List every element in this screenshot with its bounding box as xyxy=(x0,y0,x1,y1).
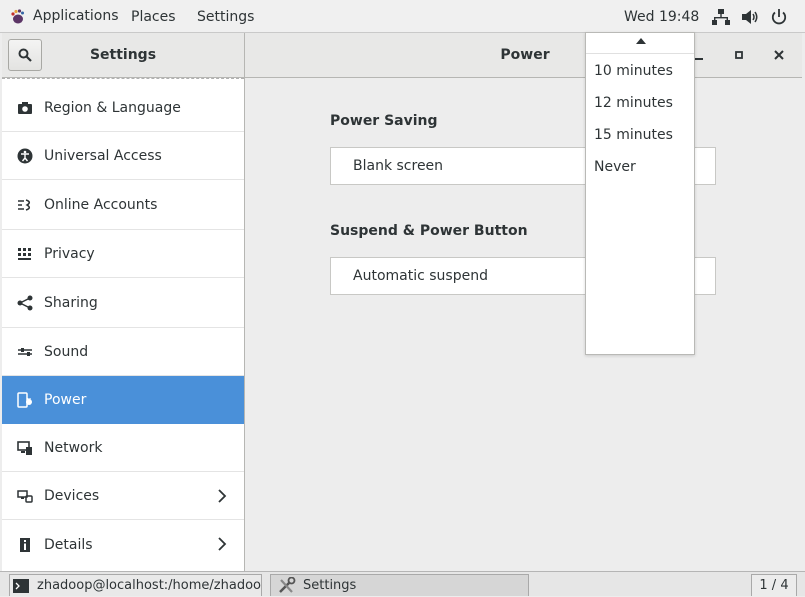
close-icon xyxy=(774,50,784,60)
search-icon xyxy=(18,48,32,62)
taskbar-terminal-label: zhadoop@localhost:/home/zhadoop xyxy=(37,578,262,593)
sidebar-item-region-language[interactable]: Region & Language xyxy=(2,84,244,132)
sidebar-item-devices[interactable]: Devices xyxy=(2,472,244,520)
sidebar-item-label: Devices xyxy=(44,487,100,504)
chevron-right-icon xyxy=(218,537,227,551)
sidebar-item-label: Privacy xyxy=(44,245,95,262)
power-plug-icon xyxy=(17,391,33,408)
sidebar-title: Settings xyxy=(89,47,157,63)
scroll-up-arrow[interactable] xyxy=(586,33,694,54)
sidebar-item-privacy[interactable]: Privacy xyxy=(2,230,244,278)
top-bar: Applications Places Settings Wed 19:48 xyxy=(0,0,805,33)
dropdown-option[interactable]: 15 minutes xyxy=(594,119,673,151)
sidebar-item-universal-access[interactable]: Universal Access xyxy=(2,132,244,180)
sidebar-item-label: Online Accounts xyxy=(44,196,158,213)
automatic-suspend-label: Automatic suspend xyxy=(353,268,488,284)
taskbar-settings-window[interactable]: Settings xyxy=(270,574,529,596)
power-icon[interactable] xyxy=(770,8,788,26)
maximize-icon xyxy=(735,51,743,59)
privacy-icon xyxy=(17,246,33,262)
power-saving-heading: Power Saving xyxy=(330,113,438,129)
dropdown-option[interactable]: 12 minutes xyxy=(594,87,673,119)
minimize-icon xyxy=(695,58,703,60)
sharing-icon xyxy=(17,295,33,311)
sidebar-item-label: Details xyxy=(44,537,93,553)
sidebar-item-label: Power xyxy=(44,391,87,408)
sidebar-item-sound[interactable]: Sound xyxy=(2,328,244,376)
sidebar-item-power[interactable]: Power xyxy=(2,376,244,424)
devices-icon xyxy=(17,488,33,504)
camera-icon xyxy=(17,100,33,116)
sidebar-divider xyxy=(2,78,244,79)
blank-screen-dropdown: 10 minutes 12 minutes 15 minutes Never xyxy=(585,32,695,355)
dropdown-option[interactable]: Never xyxy=(594,151,636,183)
page-title: Power xyxy=(500,47,550,63)
settings-tools-icon xyxy=(279,576,296,593)
sidebar-item-label: Sound xyxy=(44,343,89,360)
arrow-up-icon xyxy=(636,38,646,44)
sidebar-item-network[interactable]: Network xyxy=(2,424,244,472)
network-icon[interactable] xyxy=(712,8,730,26)
blank-screen-label: Blank screen xyxy=(353,158,444,174)
taskbar-settings-label: Settings xyxy=(303,578,357,593)
sound-icon xyxy=(17,344,33,360)
terminal-icon xyxy=(13,578,29,593)
sidebar-item-details[interactable]: Details xyxy=(2,520,244,570)
info-icon xyxy=(17,537,33,553)
places-menu[interactable]: Places xyxy=(131,0,176,32)
network-icon xyxy=(17,440,33,456)
workspace-indicator[interactable]: 1 / 4 xyxy=(751,574,797,596)
sidebar-item-online-accounts[interactable]: Online Accounts xyxy=(2,180,244,230)
chevron-right-icon xyxy=(218,489,227,503)
settings-app-menu[interactable]: Settings xyxy=(197,0,254,32)
taskbar-terminal-window[interactable]: zhadoop@localhost:/home/zhadoop xyxy=(9,574,262,596)
sidebar: Region & Language Universal Access Onlin… xyxy=(2,78,245,571)
taskbar: zhadoop@localhost:/home/zhadoop Settings… xyxy=(0,571,805,596)
sidebar-item-label: Network xyxy=(44,439,103,456)
online-accounts-icon xyxy=(17,197,33,213)
sidebar-item-label: Region & Language xyxy=(44,99,181,116)
sidebar-item-label: Universal Access xyxy=(44,147,162,164)
applications-menu[interactable]: Applications xyxy=(8,0,119,32)
sidebar-item-sharing[interactable]: Sharing xyxy=(2,278,244,328)
clock[interactable]: Wed 19:48 xyxy=(624,0,699,32)
panel-header: Power xyxy=(245,33,802,78)
dropdown-option[interactable]: 10 minutes xyxy=(594,55,673,87)
accessibility-icon xyxy=(17,148,33,164)
volume-icon[interactable] xyxy=(741,8,759,26)
gnome-foot-icon xyxy=(11,9,24,24)
search-button[interactable] xyxy=(8,39,42,71)
close-button[interactable] xyxy=(769,45,789,65)
sidebar-item-label: Sharing xyxy=(44,294,98,311)
power-panel: Power Saving Blank screen Suspend & Powe… xyxy=(245,78,802,571)
suspend-heading: Suspend & Power Button xyxy=(330,223,528,239)
applications-menu-label: Applications xyxy=(33,8,119,24)
maximize-button[interactable] xyxy=(729,45,749,65)
sidebar-header: Settings xyxy=(2,33,245,78)
